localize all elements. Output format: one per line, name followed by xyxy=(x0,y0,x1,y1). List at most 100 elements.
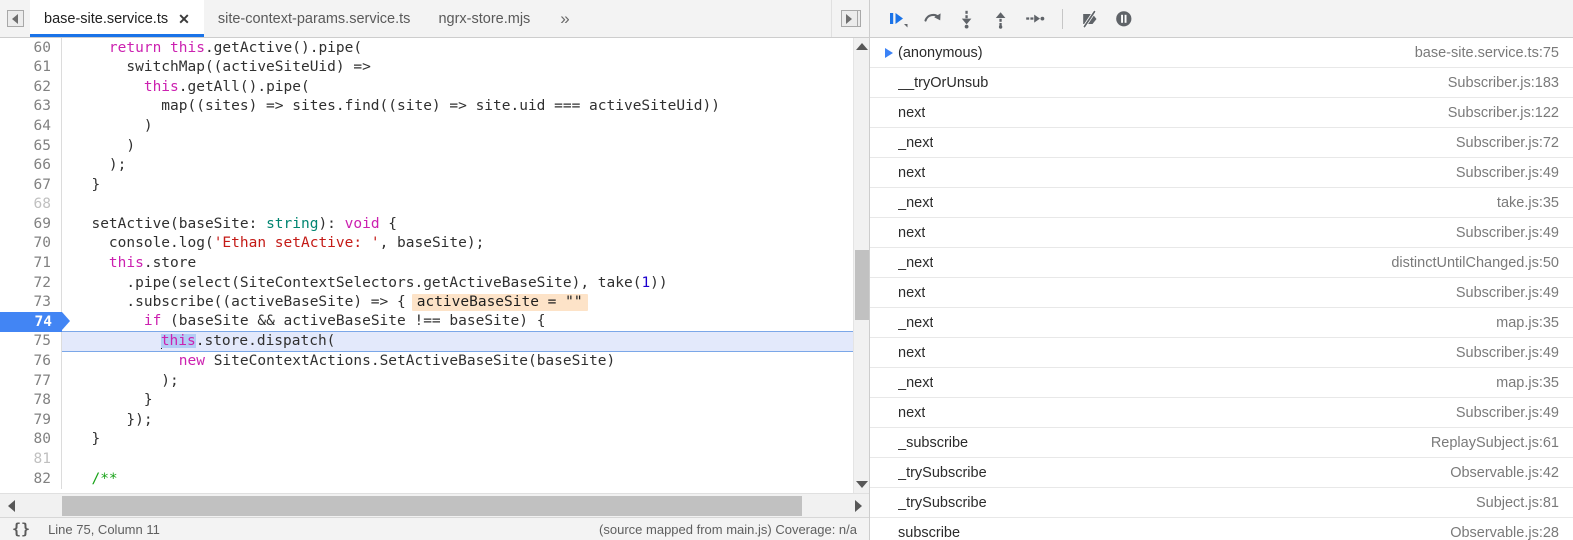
line-number-gutter[interactable]: 66 xyxy=(0,155,62,176)
editor-tab-1[interactable]: site-context-params.service.ts xyxy=(203,0,425,37)
code-line-text[interactable]: this .store xyxy=(62,254,853,274)
code-line-text[interactable] xyxy=(62,195,853,215)
code-line-text[interactable] xyxy=(62,449,853,469)
call-stack-frame-8[interactable]: next Subscriber.js:49 xyxy=(870,278,1573,308)
call-stack-frame-4[interactable]: next Subscriber.js:49 xyxy=(870,158,1573,188)
scroll-right-button[interactable] xyxy=(847,494,869,518)
call-stack-frame-15[interactable]: _trySubscribe Subject.js:81 xyxy=(870,488,1573,518)
editor-horizontal-scrollbar[interactable] xyxy=(0,493,869,517)
code-line-text[interactable]: .pipe(select(SiteContextSelectors.getAct… xyxy=(62,273,853,293)
code-line-text[interactable]: setActive(baseSite: string): void { xyxy=(62,214,853,234)
step-button[interactable] xyxy=(1018,4,1052,34)
code-line-text[interactable]: } xyxy=(62,175,853,195)
code-line-text[interactable]: switchMap((activeSiteUid) => xyxy=(62,58,853,78)
line-number-gutter[interactable]: 64 xyxy=(0,116,62,136)
call-stack-frame-7[interactable]: _next distinctUntilChanged.js:50 xyxy=(870,248,1573,278)
editor-tab-2[interactable]: ngrx-store.mjs xyxy=(424,0,545,37)
call-stack-source-location[interactable]: take.js:35 xyxy=(1477,195,1559,211)
call-stack-source-location[interactable]: Subscriber.js:72 xyxy=(1436,135,1559,151)
code-line-text[interactable]: ); xyxy=(62,371,853,391)
call-stack-source-location[interactable]: map.js:35 xyxy=(1476,315,1559,331)
call-stack-frame-16[interactable]: subscribe Observable.js:28 xyxy=(870,518,1573,540)
call-stack-source-location[interactable]: base-site.service.ts:75 xyxy=(1395,45,1559,61)
line-number-gutter[interactable]: 65 xyxy=(0,135,62,156)
code-line-text[interactable]: } xyxy=(62,391,853,411)
pause-on-exceptions-button[interactable] xyxy=(1107,4,1141,34)
call-stack-list[interactable]: (anonymous) base-site.service.ts:75 __tryO… xyxy=(870,38,1573,540)
call-stack-frame-9[interactable]: _next map.js:35 xyxy=(870,308,1573,338)
horizontal-scroll-track[interactable] xyxy=(22,494,847,518)
line-number-gutter[interactable]: 75 xyxy=(0,331,62,352)
line-number-gutter[interactable]: 81 xyxy=(0,449,62,470)
code-line-text[interactable]: this .getAll().pipe( xyxy=(62,77,853,97)
vertical-scroll-track[interactable] xyxy=(854,55,870,476)
code-line-text[interactable]: .subscribe((activeBaseSite) => {activeBa… xyxy=(62,293,853,313)
call-stack-frame-12[interactable]: next Subscriber.js:49 xyxy=(870,398,1573,428)
call-stack-source-location[interactable]: distinctUntilChanged.js:50 xyxy=(1371,255,1559,271)
line-number-gutter[interactable]: 60 xyxy=(0,38,62,58)
tab-scroll-right-button[interactable] xyxy=(831,0,869,37)
scroll-up-button[interactable] xyxy=(854,38,870,55)
call-stack-frame-3[interactable]: _next Subscriber.js:72 xyxy=(870,128,1573,158)
call-stack-source-location[interactable]: Subscriber.js:49 xyxy=(1436,165,1559,181)
call-stack-source-location[interactable]: ReplaySubject.js:61 xyxy=(1411,435,1559,451)
code-line-text[interactable]: ); xyxy=(62,156,853,176)
call-stack-frame-10[interactable]: next Subscriber.js:49 xyxy=(870,338,1573,368)
tab-overflow-button[interactable]: » xyxy=(544,0,584,37)
line-number-gutter[interactable]: 78 xyxy=(0,390,62,411)
line-number-gutter[interactable]: 82 xyxy=(0,469,62,489)
code-line-text[interactable]: /** xyxy=(62,469,853,489)
pretty-print-icon[interactable]: {} xyxy=(12,520,30,538)
call-stack-source-location[interactable]: Subscriber.js:122 xyxy=(1428,105,1559,121)
editor-tab-0[interactable]: base-site.service.ts ✕ xyxy=(30,0,204,37)
line-number-gutter[interactable]: 70 xyxy=(0,233,62,254)
line-number-gutter[interactable]: 71 xyxy=(0,253,62,274)
code-line-text[interactable]: ) xyxy=(62,136,853,156)
line-number-gutter[interactable]: 79 xyxy=(0,410,62,430)
editor-vertical-scrollbar[interactable] xyxy=(853,38,869,493)
line-number-gutter[interactable]: 68 xyxy=(0,194,62,215)
step-into-next-function-call-button[interactable] xyxy=(950,4,984,34)
line-number-gutter[interactable]: 77 xyxy=(0,371,62,391)
code-line-text[interactable]: if (baseSite && activeBaseSite !== baseS… xyxy=(62,312,853,332)
line-number-gutter[interactable]: 62 xyxy=(0,77,62,97)
scroll-left-button[interactable] xyxy=(0,494,22,518)
step-over-next-function-call-button[interactable] xyxy=(916,4,950,34)
vertical-scroll-thumb[interactable] xyxy=(854,250,869,320)
call-stack-frame-6[interactable]: next Subscriber.js:49 xyxy=(870,218,1573,248)
call-stack-source-location[interactable]: Subscriber.js:49 xyxy=(1436,405,1559,421)
step-out-of-current-function-button[interactable] xyxy=(984,4,1018,34)
horizontal-scroll-thumb[interactable] xyxy=(62,495,802,516)
call-stack-source-location[interactable]: Subscriber.js:49 xyxy=(1436,225,1559,241)
line-number-gutter[interactable]: 63 xyxy=(0,96,62,117)
code-line-text[interactable]: this .store.dispatch( xyxy=(62,331,853,352)
code-line-text[interactable]: console.log('Ethan setActive: ', baseSit… xyxy=(62,234,853,254)
resume-script-execution-button[interactable] xyxy=(882,4,916,34)
code-line-text[interactable]: return this .getActive().pipe( xyxy=(62,38,853,58)
code-line-text[interactable]: map((sites) => sites.find((site) => site… xyxy=(62,97,853,117)
scroll-down-button[interactable] xyxy=(854,476,870,493)
call-stack-frame-5[interactable]: _next take.js:35 xyxy=(870,188,1573,218)
call-stack-frame-2[interactable]: next Subscriber.js:122 xyxy=(870,98,1573,128)
code-line-text[interactable]: }); xyxy=(62,410,853,430)
line-number-gutter[interactable]: 67 xyxy=(0,175,62,195)
code-line-text[interactable]: new SiteContextActions.SetActiveBaseSite… xyxy=(62,352,853,372)
tab-scroll-left-button[interactable] xyxy=(0,0,30,37)
call-stack-source-location[interactable]: Observable.js:42 xyxy=(1430,465,1559,481)
call-stack-source-location[interactable]: Subscriber.js:183 xyxy=(1428,75,1559,91)
call-stack-frame-14[interactable]: _trySubscribe Observable.js:42 xyxy=(870,458,1573,488)
code-line-text[interactable]: } xyxy=(62,430,853,450)
code-viewport[interactable]: 60 return this .getActive().pipe(61 switc… xyxy=(0,38,853,493)
line-number-gutter[interactable]: 74 xyxy=(0,312,70,332)
line-number-gutter[interactable]: 73 xyxy=(0,292,62,313)
line-number-gutter[interactable]: 76 xyxy=(0,351,62,372)
call-stack-frame-0[interactable]: (anonymous) base-site.service.ts:75 xyxy=(870,38,1573,68)
call-stack-source-location[interactable]: Observable.js:28 xyxy=(1430,525,1559,540)
call-stack-source-location[interactable]: Subscriber.js:49 xyxy=(1436,285,1559,301)
call-stack-source-location[interactable]: Subject.js:81 xyxy=(1456,495,1559,511)
call-stack-frame-11[interactable]: _next map.js:35 xyxy=(870,368,1573,398)
call-stack-source-location[interactable]: Subscriber.js:49 xyxy=(1436,345,1559,361)
call-stack-frame-1[interactable]: __tryOrUnsub Subscriber.js:183 xyxy=(870,68,1573,98)
call-stack-frame-13[interactable]: _subscribe ReplaySubject.js:61 xyxy=(870,428,1573,458)
line-number-gutter[interactable]: 69 xyxy=(0,214,62,234)
